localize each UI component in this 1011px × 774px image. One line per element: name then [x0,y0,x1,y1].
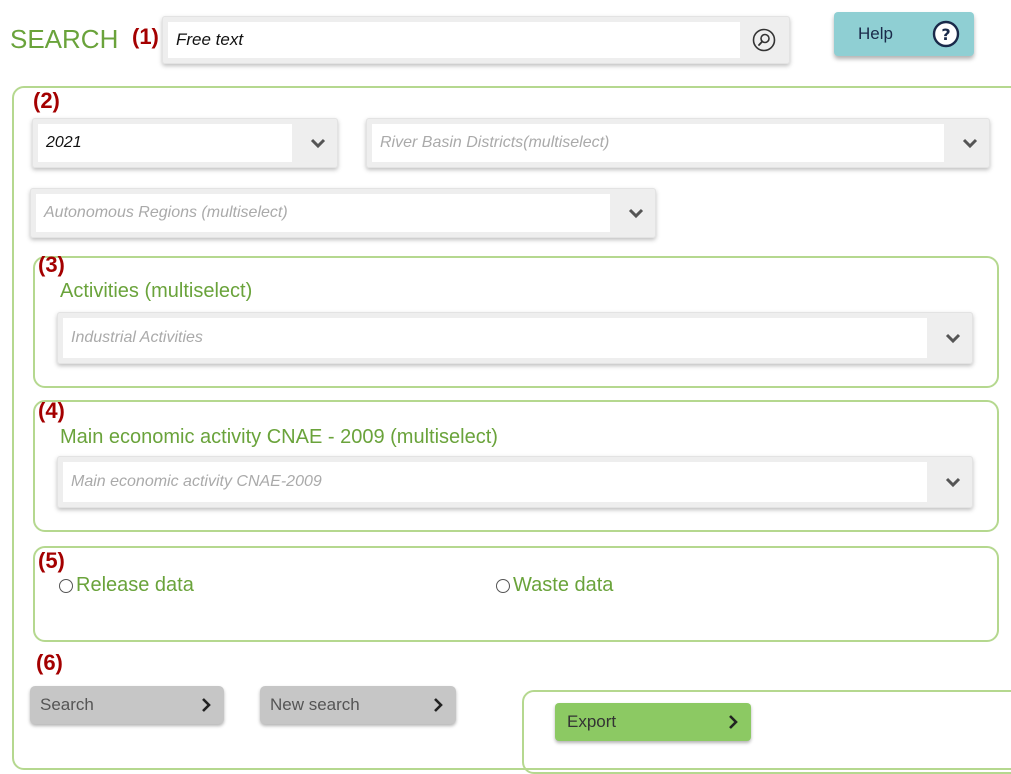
free-text-search-field[interactable]: Free text [162,16,790,64]
question-circle-icon: ? [932,20,960,48]
release-data-label: Release data [76,574,194,596]
search-button-label: Search [40,695,94,714]
export-button[interactable]: Export [555,703,751,741]
industrial-activities-placeholder: Industrial Activities [63,318,927,358]
help-button[interactable]: Help ? [834,12,974,56]
search-button[interactable]: Search [30,686,224,724]
chevron-right-icon [729,715,738,729]
svg-text:?: ? [941,25,950,44]
waste-data-radio[interactable] [496,578,510,593]
magnifier-icon[interactable] [752,28,776,52]
activities-title: Activities (multiselect) [60,280,253,302]
free-text-input[interactable]: Free text [168,22,740,58]
annotation-label-4: (4) [38,398,65,423]
chevron-down-icon [962,138,978,149]
page-title: SEARCH [10,24,119,54]
help-button-label: Help [858,24,893,43]
autonomous-regions-placeholder: Autonomous Regions (multiselect) [36,194,610,232]
annotation-label-3: (3) [38,252,65,277]
river-basin-districts-select[interactable]: River Basin Districts(multiselect) [366,118,990,168]
chevron-right-icon [434,698,443,712]
waste-data-option[interactable]: Waste data [496,574,613,597]
industrial-activities-select[interactable]: Industrial Activities [57,312,973,364]
chevron-down-icon [310,138,326,149]
cnae-title: Main economic activity CNAE - 2009 (mult… [60,426,498,448]
cnae-placeholder: Main economic activity CNAE-2009 [63,462,927,502]
year-select-value: 2021 [38,124,292,162]
export-button-label: Export [567,712,617,731]
chevron-down-icon [628,208,644,219]
chevron-down-icon [945,333,961,344]
cnae-select[interactable]: Main economic activity CNAE-2009 [57,456,973,508]
annotation-label-5: (5) [38,548,65,573]
annotation-label-1: (1) [132,24,159,49]
chevron-right-icon [202,698,211,712]
river-basin-districts-placeholder: River Basin Districts(multiselect) [372,124,944,162]
new-search-button[interactable]: New search [260,686,456,724]
chevron-down-icon [945,477,961,488]
waste-data-label: Waste data [513,574,614,596]
release-data-radio[interactable] [59,578,73,593]
annotation-label-6: (6) [36,650,63,675]
year-select[interactable]: 2021 [32,118,338,168]
release-data-option[interactable]: Release data [59,574,194,597]
new-search-button-label: New search [270,695,360,714]
annotation-label-2: (2) [33,88,60,113]
autonomous-regions-select[interactable]: Autonomous Regions (multiselect) [30,188,656,238]
